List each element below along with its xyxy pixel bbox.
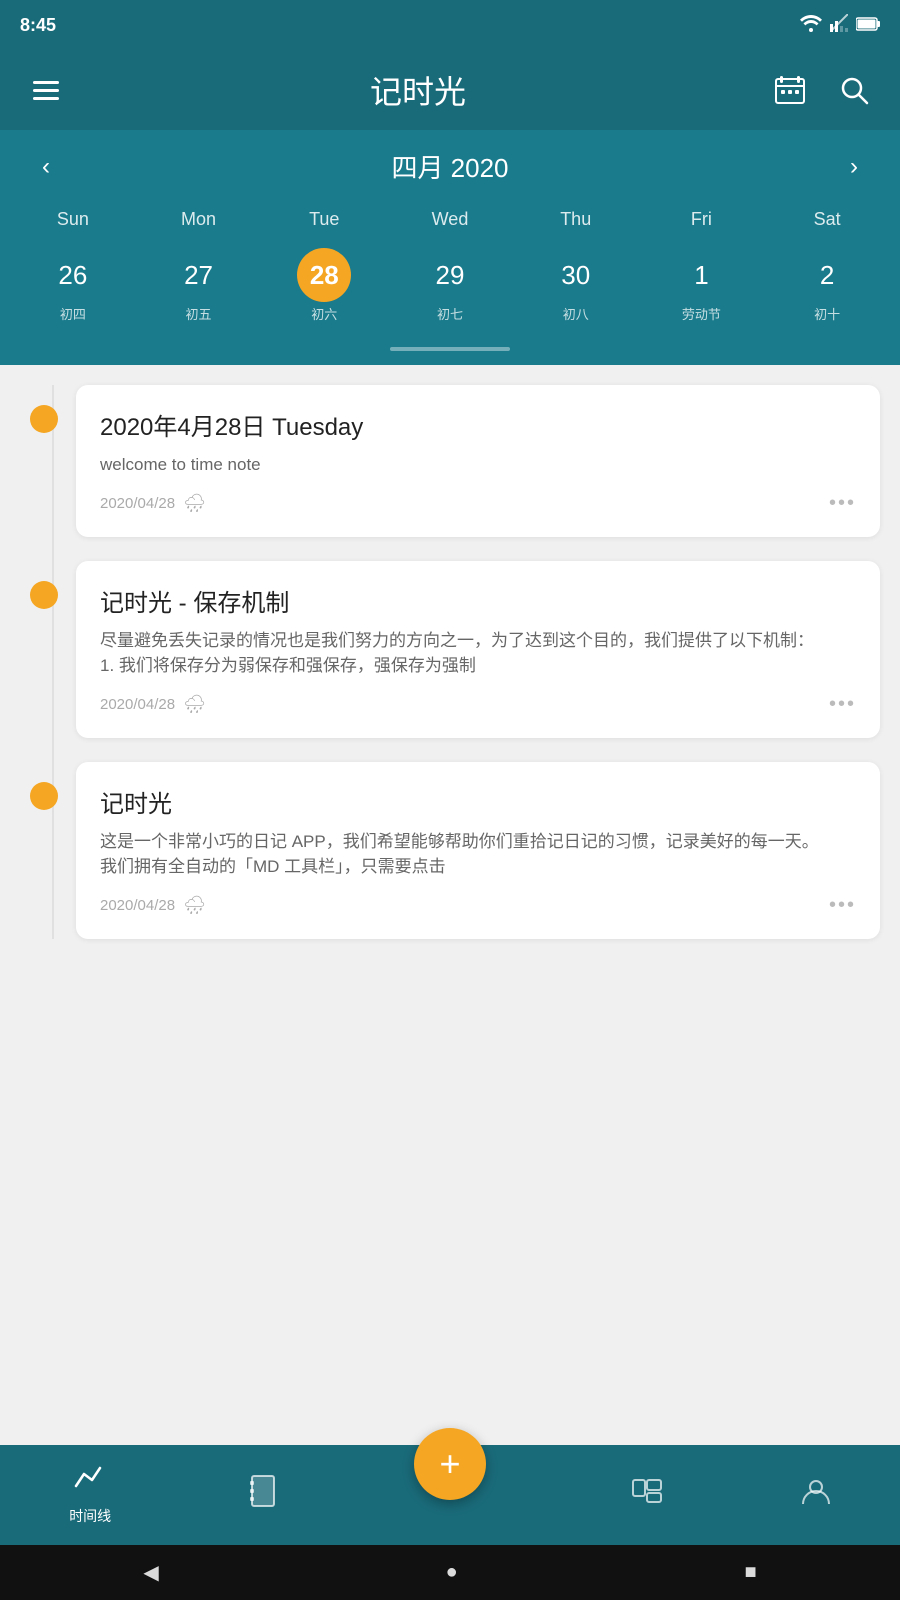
entry-row: 记时光 这是一个非常小巧的日记 APP，我们希望能够帮助你们重拾记日记的习惯，记… [20,762,880,939]
back-button[interactable]: ◀ [143,1560,158,1585]
more-options-button[interactable]: ••• [829,693,856,716]
weather-icon: 🌧 [183,694,206,715]
nav-icons [768,68,876,112]
calendar-header: ‹ 四月 2020 › [0,130,900,203]
date-cell-28[interactable]: 28 初六 [261,240,387,331]
dow-tue: Tue [261,203,387,236]
wifi-icon [800,14,822,37]
timeline-container: 2020年4月28日 Tuesday welcome to time note 20… [0,385,900,939]
dow-fri: Fri [639,203,765,236]
timeline-icon [74,1464,106,1500]
search-button[interactable] [832,68,876,112]
dow-sun: Sun [10,203,136,236]
entry-preview: 这是一个非常小巧的日记 APP，我们希望能够帮助你们重拾记日记的习惯，记录美好的… [100,829,856,880]
dow-mon: Mon [136,203,262,236]
date-number-29: 29 [423,248,477,302]
prev-month-button[interactable]: ‹ [30,149,62,185]
entry-title: 记时光 [100,784,856,819]
entry-card[interactable]: 记时光 这是一个非常小巧的日记 APP，我们希望能够帮助你们重拾记日记的习惯，记… [76,762,880,939]
date-sublabel-29: 初七 [437,304,463,323]
entry-footer: 2020/04/28 🌧 ••• [100,894,856,917]
recent-button[interactable]: ■ [744,1561,756,1584]
home-button[interactable]: ● [446,1561,458,1584]
entry-row: 2020年4月28日 Tuesday welcome to time note 20… [20,385,880,537]
date-number-28: 28 [297,248,351,302]
dates-row: 26 初四 27 初五 28 初六 29 初七 30 初八 1 劳动节 2 初十 [0,236,900,347]
nav-item-notebook[interactable] [250,1475,276,1515]
status-bar: 8:45 [0,0,900,50]
date-number-27: 27 [172,248,226,302]
weather-icon: 🌧 [183,493,206,514]
battery-icon [856,15,880,36]
date-cell-27[interactable]: 27 初五 [136,240,262,331]
entry-meta: 2020/04/28 🌧 [100,895,206,916]
date-sublabel-30: 初八 [563,304,589,323]
signal-icon [830,14,848,37]
date-cell-1[interactable]: 1 劳动节 [639,240,765,331]
date-cell-29[interactable]: 29 初七 [387,240,513,331]
calendar-section: ‹ 四月 2020 › Sun Mon Tue Wed Thu Fri Sat … [0,130,900,365]
timeline-dot [30,581,58,609]
entry-title: 记时光 - 保存机制 [100,583,856,618]
weather-icon: 🌧 [183,895,206,916]
entry-preview: 尽量避免丢失记录的情况也是我们努力的方向之一，为了达到这个目的，我们提供了以下机… [100,628,856,679]
timeline-dot [30,782,58,810]
menu-button[interactable] [24,68,68,112]
entry-footer: 2020/04/28 🌧 ••• [100,693,856,716]
date-cell-30[interactable]: 30 初八 [513,240,639,331]
entry-row: 记时光 - 保存机制尽量避免丢失记录的情况也是我们努力的方向之一，为了达到这个目… [20,561,880,738]
entry-title: 2020年4月28日 Tuesday [100,407,856,442]
entry-meta: 2020/04/28 🌧 [100,493,206,514]
dow-thu: Thu [513,203,639,236]
timeline-dot [30,405,58,433]
entry-card[interactable]: 记时光 - 保存机制尽量避免丢失记录的情况也是我们努力的方向之一，为了达到这个目… [76,561,880,738]
date-sublabel-27: 初五 [186,304,212,323]
nav-item-themes[interactable] [632,1476,662,1514]
more-options-button[interactable]: ••• [829,492,856,515]
entry-date: 2020/04/28 [100,897,175,914]
status-time: 8:45 [20,15,56,36]
date-sublabel-1: 劳动节 [682,304,721,323]
app-title: 记时光 [370,67,466,113]
date-sublabel-28: 初六 [311,304,337,323]
entry-preview: welcome to time note [100,452,856,478]
add-entry-fab[interactable]: + [414,1428,486,1500]
next-month-button[interactable]: › [838,149,870,185]
entry-card[interactable]: 2020年4月28日 Tuesday welcome to time note 20… [76,385,880,537]
top-nav: 记时光 [0,50,900,130]
date-sublabel-26: 初四 [60,304,86,323]
dow-sat: Sat [764,203,890,236]
more-options-button[interactable]: ••• [829,894,856,917]
days-of-week-row: Sun Mon Tue Wed Thu Fri Sat [0,203,900,236]
hamburger-icon [33,81,59,100]
nav-item-timeline[interactable]: 时间线 [69,1464,111,1526]
entry-meta: 2020/04/28 🌧 [100,694,206,715]
date-number-1: 1 [674,248,728,302]
nav-item-profile[interactable] [801,1476,831,1514]
entry-date: 2020/04/28 [100,495,175,512]
plus-icon: + [439,1446,460,1482]
profile-icon [801,1476,831,1514]
date-number-2: 2 [800,248,854,302]
dow-wed: Wed [387,203,513,236]
date-cell-26[interactable]: 26 初四 [10,240,136,331]
date-sublabel-2: 初十 [814,304,840,323]
themes-icon [632,1476,662,1514]
date-number-30: 30 [549,248,603,302]
status-icons [800,14,880,37]
entry-date: 2020/04/28 [100,696,175,713]
date-number-26: 26 [46,248,100,302]
date-cell-2[interactable]: 2 初十 [764,240,890,331]
scroll-bar [390,347,510,351]
entry-footer: 2020/04/28 🌧 ••• [100,492,856,515]
notebook-icon [250,1475,276,1515]
system-nav-bar: ◀ ● ■ [0,1545,900,1600]
scroll-indicator [0,347,900,365]
calendar-month-year: 四月 2020 [391,148,508,185]
nav-label-timeline: 时间线 [69,1506,111,1526]
calendar-button[interactable] [768,68,812,112]
main-content: 2020年4月28日 Tuesday welcome to time note 20… [0,365,900,1265]
